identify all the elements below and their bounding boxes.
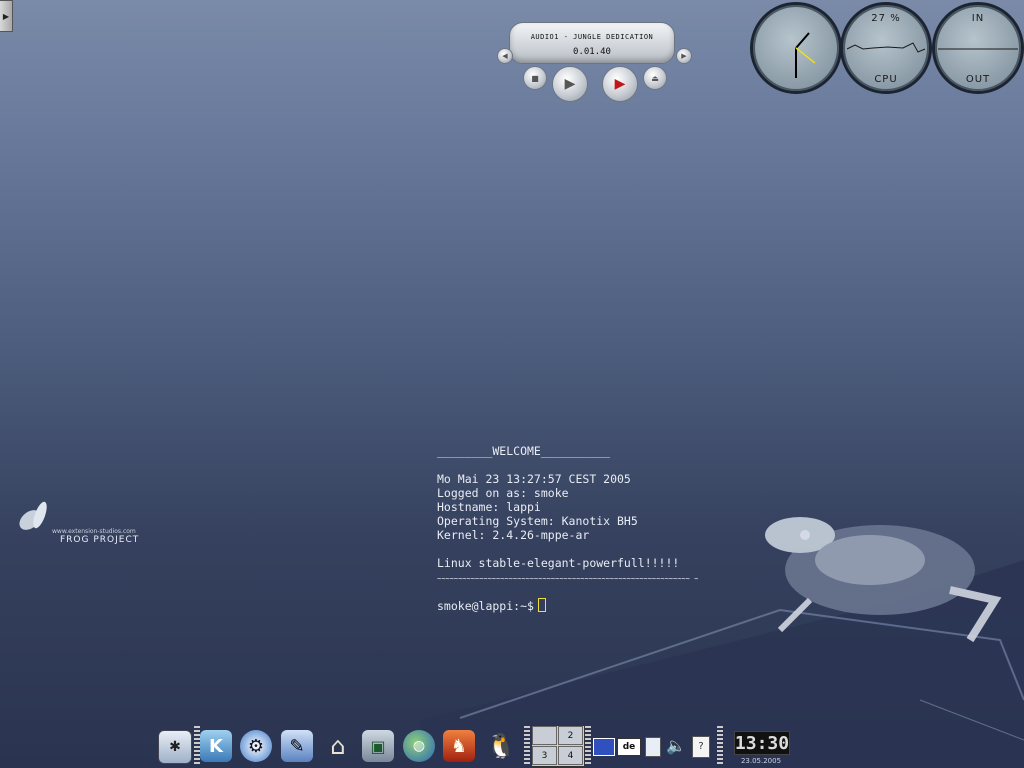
triangle-right-icon: ▶ (2, 11, 10, 21)
window-icon: ✱ (169, 739, 181, 755)
control-center-launcher[interactable]: ✎ (281, 730, 313, 762)
panel-grip-3[interactable] (585, 726, 591, 764)
clock-date: 23.05.2005 (740, 757, 782, 765)
desktop-4[interactable]: 4 (558, 746, 583, 765)
os-line: Operating System: Kanotix BH5 (437, 514, 638, 528)
desktop-3-label: 3 (541, 750, 548, 761)
control-center-icon: ✎ (289, 735, 305, 757)
browser-launcher[interactable]: ⚙ (240, 730, 272, 762)
eject-button[interactable]: ⏏ (643, 66, 667, 90)
panel-grip-4[interactable] (717, 726, 723, 764)
welcome-header: ________WELCOME__________ (437, 444, 611, 458)
network-gauge: IN OUT (932, 2, 1024, 94)
eject-icon: ⏏ (651, 73, 659, 83)
hostname-line: Hostname: lappi (437, 500, 541, 514)
next-button[interactable]: ▶ (676, 48, 692, 64)
play-outline-icon: ▶ (564, 76, 576, 92)
text-cursor[interactable] (537, 598, 546, 612)
next-icon: ▶ (681, 52, 687, 60)
pause-button[interactable]: ▶ (552, 66, 588, 102)
panel-toggle-button[interactable]: ▶ (0, 0, 13, 32)
shell-prompt: smoke@lappi:~$ (437, 599, 534, 613)
motto-line: Linux stable-elegant-powerfull!!!!! (437, 556, 680, 570)
clipboard-icon[interactable] (645, 737, 661, 757)
tux-penguin-icon: 🐧 (486, 732, 516, 760)
kde-menu-button[interactable]: K (200, 730, 232, 762)
kde-k-icon: K (209, 735, 223, 757)
logo-name: FROG PROJECT (60, 535, 140, 545)
home-launcher[interactable]: ⌂ (322, 730, 354, 762)
digital-clock[interactable]: 13:30 (734, 731, 790, 755)
logged-on-line: Logged on as: smoke (437, 486, 569, 500)
stop-icon: ■ (531, 73, 539, 83)
track-title: AUDIO1 - JUNGLE DEDICATION (530, 33, 654, 41)
battery-monitor-icon[interactable] (593, 738, 615, 756)
tux-launcher[interactable]: 🐧 (485, 730, 517, 762)
speaker-icon[interactable]: 🔈 (666, 736, 686, 756)
play-button[interactable]: ▶ (602, 66, 638, 102)
terminal-welcome: ________WELCOME__________ Mo Mai 23 13:2… (437, 444, 698, 613)
cpu-gauge: 27 % CPU (840, 2, 932, 94)
previous-button[interactable]: ◀ (497, 48, 513, 64)
desktop-3[interactable]: 3 (532, 746, 557, 765)
desktop-pager: 1 2 3 4 (531, 725, 585, 767)
player-display: AUDIO1 - JUNGLE DEDICATION 0.01.40 (509, 22, 675, 64)
keyboard-layout-indicator[interactable]: de (617, 738, 641, 756)
desktop-2-label: 2 (567, 730, 574, 741)
show-desktop-button[interactable]: ✱ (158, 730, 192, 764)
logo-url: www.extension-studios.com (52, 528, 136, 535)
desktop-4-label: 4 (567, 750, 574, 761)
play-icon: ▶ (614, 76, 626, 92)
kernel-line: Kernel: 2.4.26-mppe-ar (437, 528, 590, 542)
desktop-2[interactable]: 2 (558, 726, 583, 745)
analog-clock (750, 2, 842, 94)
terminal-launcher[interactable]: ▣ (362, 730, 394, 762)
frog-robot-icon (765, 517, 1002, 643)
net-out-label: OUT (965, 74, 991, 85)
help-icon[interactable]: ? (692, 736, 710, 758)
monitor-icon: ▣ (370, 736, 386, 756)
konqueror-icon: ⚙ (247, 735, 265, 757)
wallpaper-graphic (19, 501, 1024, 768)
web-launcher[interactable]: ◍ (403, 730, 435, 762)
track-time: 0.01.40 (573, 47, 611, 57)
previous-icon: ◀ (502, 52, 508, 60)
panel-grip-2[interactable] (524, 726, 530, 764)
wave-line: ~~~~~~~~~~~~~~~~~~~~~~~~~~~~~~~~~~~~~~~~… (437, 575, 699, 583)
cpu-label: CPU (874, 74, 898, 85)
home-icon: ⌂ (330, 732, 346, 760)
date-line: Mo Mai 23 13:27:57 CEST 2005 (437, 472, 631, 486)
media-player: AUDIO1 - JUNGLE DEDICATION 0.01.40 ◀ ▶ ■… (495, 20, 695, 110)
stop-button[interactable]: ■ (523, 66, 547, 90)
clock-hands-icon (795, 32, 816, 78)
frog-project-logo: www.extension-studios.com FROG PROJECT (8, 498, 178, 548)
app-launcher[interactable]: ♞ (443, 730, 475, 762)
desktop-1[interactable]: 1 (532, 726, 557, 745)
shell-icon: ♞ (450, 735, 468, 757)
globe-icon: ◍ (412, 738, 426, 754)
